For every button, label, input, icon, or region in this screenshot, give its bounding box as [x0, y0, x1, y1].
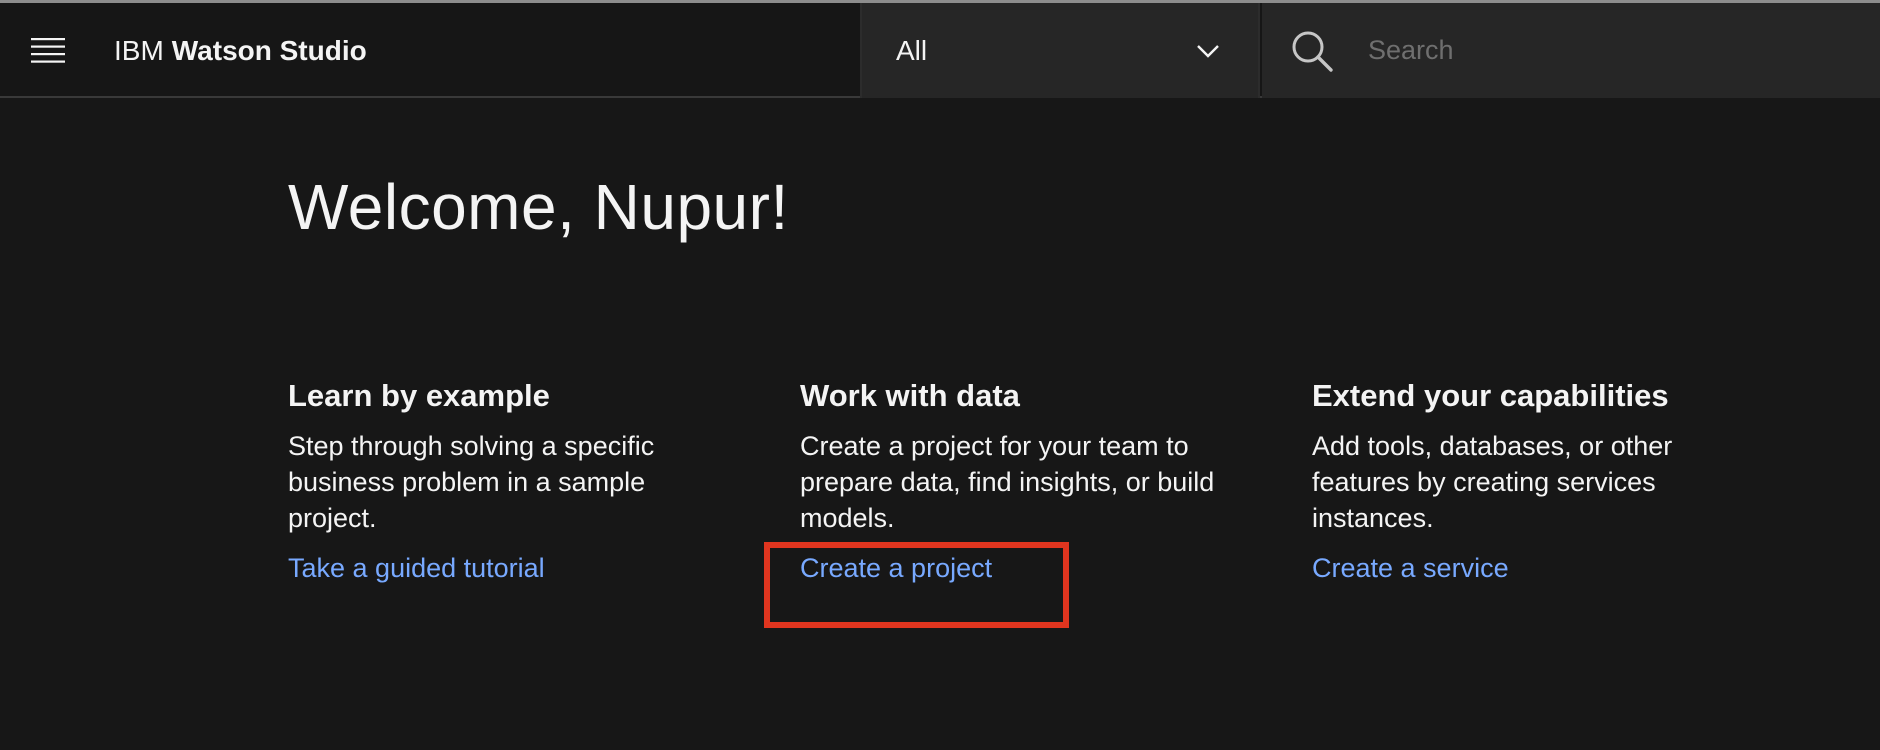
extend-capabilities-card: Extend your capabilities Add tools, data… — [1312, 374, 1752, 586]
product-name[interactable]: IBM Watson Studio — [114, 3, 367, 98]
card-description: Step through solving a specific business… — [288, 431, 655, 533]
card-description: Add tools, databases, or other features … — [1312, 431, 1673, 533]
search-box[interactable] — [1262, 3, 1880, 98]
card-title: Work with data — [800, 378, 1020, 413]
brand-name: Watson Studio — [171, 34, 367, 66]
chevron-down-icon — [1197, 45, 1219, 58]
hamburger-menu-icon — [31, 38, 65, 63]
search-input[interactable] — [1360, 25, 1848, 75]
work-with-data-card: Work with data Create a project for your… — [800, 374, 1240, 586]
search-scope-dropdown[interactable]: All — [860, 3, 1260, 98]
search-icon — [1292, 31, 1333, 72]
top-navigation-bar: IBM Watson Studio All — [0, 3, 1880, 98]
create-service-link[interactable]: Create a service — [1312, 550, 1509, 586]
scope-selected-value: All — [896, 34, 928, 66]
card-description: Create a project for your team to prepar… — [800, 431, 1215, 533]
create-project-link[interactable]: Create a project — [800, 550, 992, 586]
card-title: Extend your capabilities — [1312, 378, 1669, 413]
welcome-heading: Welcome, Nupur! — [288, 171, 789, 243]
hamburger-menu-button[interactable] — [20, 23, 76, 79]
learn-by-example-card: Learn by example Step through solving a … — [288, 374, 728, 586]
brand-prefix: IBM — [114, 34, 164, 66]
card-title: Learn by example — [288, 378, 550, 413]
take-guided-tutorial-link[interactable]: Take a guided tutorial — [288, 550, 545, 586]
